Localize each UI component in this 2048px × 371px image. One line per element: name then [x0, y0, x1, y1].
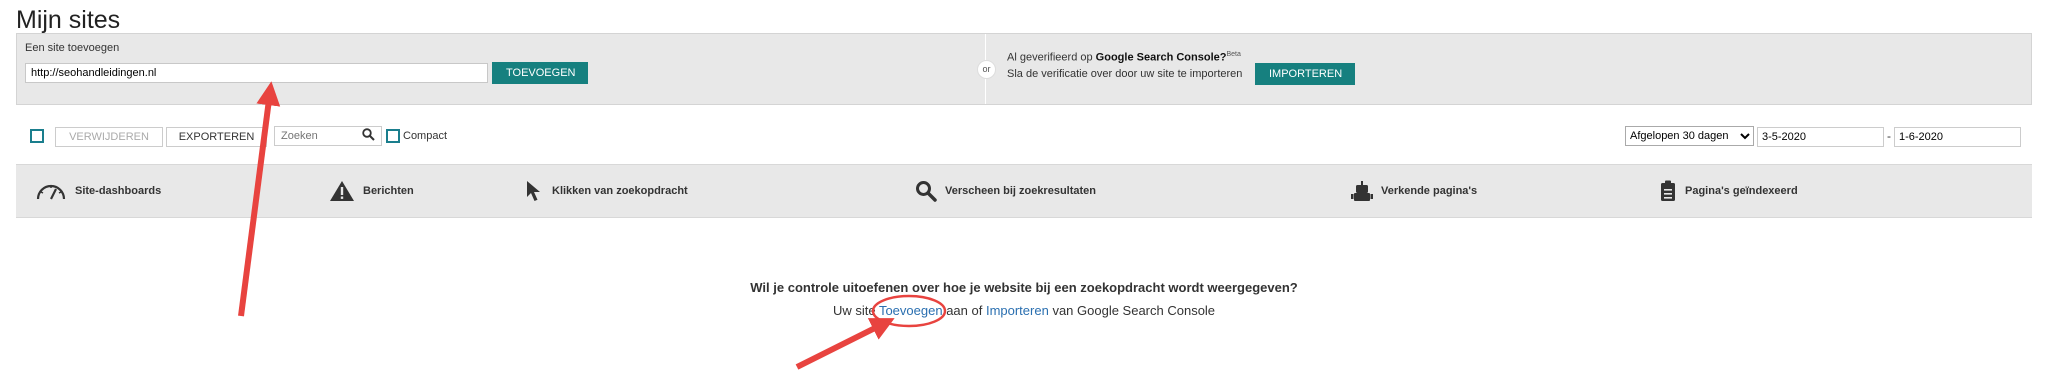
- import-line2: Sla de verificatie over door uw site te …: [1007, 67, 1243, 80]
- annotation-arrow-add-link: [795, 318, 895, 370]
- import-line1-prefix: Al geverifieerd op: [1007, 51, 1096, 64]
- cta-middle: aan of: [942, 303, 986, 318]
- metric-messages[interactable]: Berichten: [329, 165, 414, 217]
- metric-label: Verscheen bij zoekresultaten: [945, 185, 1097, 197]
- robot-icon: [1351, 181, 1373, 201]
- add-site-button[interactable]: TOEVOEGEN: [492, 62, 588, 84]
- metric-impressions[interactable]: Verscheen bij zoekresultaten: [915, 165, 1096, 217]
- cta-suffix: van Google Search Console: [1048, 303, 1216, 318]
- date-from-input[interactable]: [1757, 127, 1884, 147]
- metric-site-dashboards[interactable]: Site-dashboards: [35, 165, 161, 217]
- import-button[interactable]: IMPORTEREN: [1255, 63, 1355, 85]
- clipboard-icon: [1661, 180, 1675, 201]
- add-site-label: Een site toevoegen: [25, 42, 120, 54]
- cursor-icon: [527, 181, 540, 201]
- import-brand: Google Search Console?: [1095, 51, 1227, 64]
- import-description: Al geverifieerd op Google Search Console…: [1007, 47, 1242, 82]
- metric-indexed-pages[interactable]: Pagina's geïndexeerd: [1659, 165, 1798, 217]
- delete-button[interactable]: VERWIJDEREN: [55, 127, 163, 147]
- metric-label: Site-dashboards: [75, 185, 162, 197]
- page-title: Mijn sites: [16, 6, 121, 34]
- metrics-bar: Site-dashboards Berichten Klikken van zo…: [16, 164, 2032, 218]
- metric-crawled-pages[interactable]: Verkende pagina's: [1351, 165, 1477, 217]
- search-icon[interactable]: [362, 128, 375, 141]
- metric-label: Berichten: [363, 185, 414, 197]
- cta-question: Wil je controle uitoefenen over hoe je w…: [750, 280, 1298, 295]
- date-to-input[interactable]: [1894, 127, 2021, 147]
- period-select[interactable]: Afgelopen 30 dagen: [1625, 126, 1754, 146]
- metric-label: Verkende pagina's: [1381, 185, 1478, 197]
- cta-line: Uw site Toevoegen aan of Importeren van …: [0, 303, 2048, 318]
- gauge-icon: [36, 184, 66, 200]
- select-all-checkbox[interactable]: [30, 129, 44, 143]
- site-toolbar: VERWIJDEREN EXPORTEREN Compact Afgelopen…: [16, 123, 2032, 147]
- warning-icon: [330, 181, 354, 201]
- compact-checkbox[interactable]: [386, 129, 400, 143]
- export-button[interactable]: EXPORTEREN: [166, 127, 267, 147]
- cta-add-link[interactable]: Toevoegen: [879, 303, 943, 318]
- or-separator: or: [977, 60, 996, 79]
- metric-label: Pagina's geïndexeerd: [1685, 185, 1798, 197]
- cta-import-link[interactable]: Importeren: [986, 303, 1049, 318]
- magnifier-icon: [916, 181, 937, 202]
- compact-label: Compact: [403, 130, 448, 142]
- beta-badge: Beta: [1226, 51, 1241, 58]
- add-site-panel: Een site toevoegen TOEVOEGEN or Al gever…: [16, 33, 2032, 105]
- cta-prefix: Uw site: [832, 303, 879, 318]
- site-url-input[interactable]: [25, 63, 488, 83]
- date-separator: -: [1887, 129, 1891, 143]
- metric-search-clicks[interactable]: Klikken van zoekopdracht: [526, 165, 688, 217]
- metric-label: Klikken van zoekopdracht: [552, 185, 688, 197]
